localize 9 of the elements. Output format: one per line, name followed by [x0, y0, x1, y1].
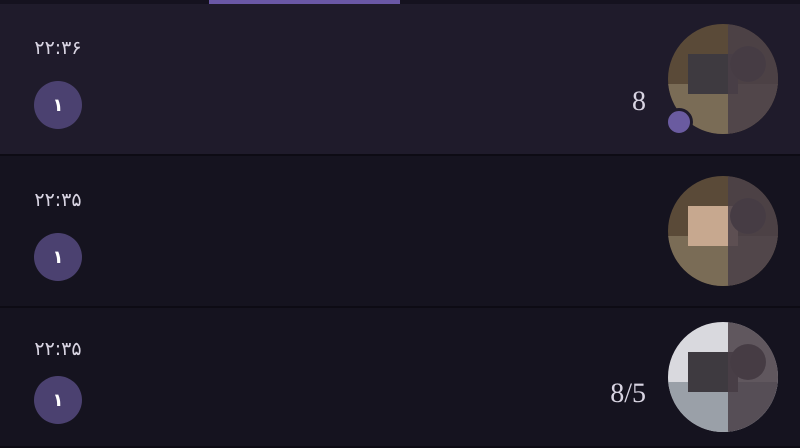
unread-count: ۱ [34, 233, 82, 281]
message-time: ۲۲:۳۵ [34, 189, 82, 211]
message-time: ۲۲:۳۵ [34, 338, 82, 360]
unread-count: ۱ [34, 376, 82, 424]
message-preview: 8 [632, 86, 646, 118]
message-preview: 8/5 [610, 378, 646, 410]
unread-count: ۱ [34, 81, 82, 129]
tab-indicator[interactable] [208, 0, 400, 4]
message-time: ۲۲:۳۶ [34, 37, 82, 59]
